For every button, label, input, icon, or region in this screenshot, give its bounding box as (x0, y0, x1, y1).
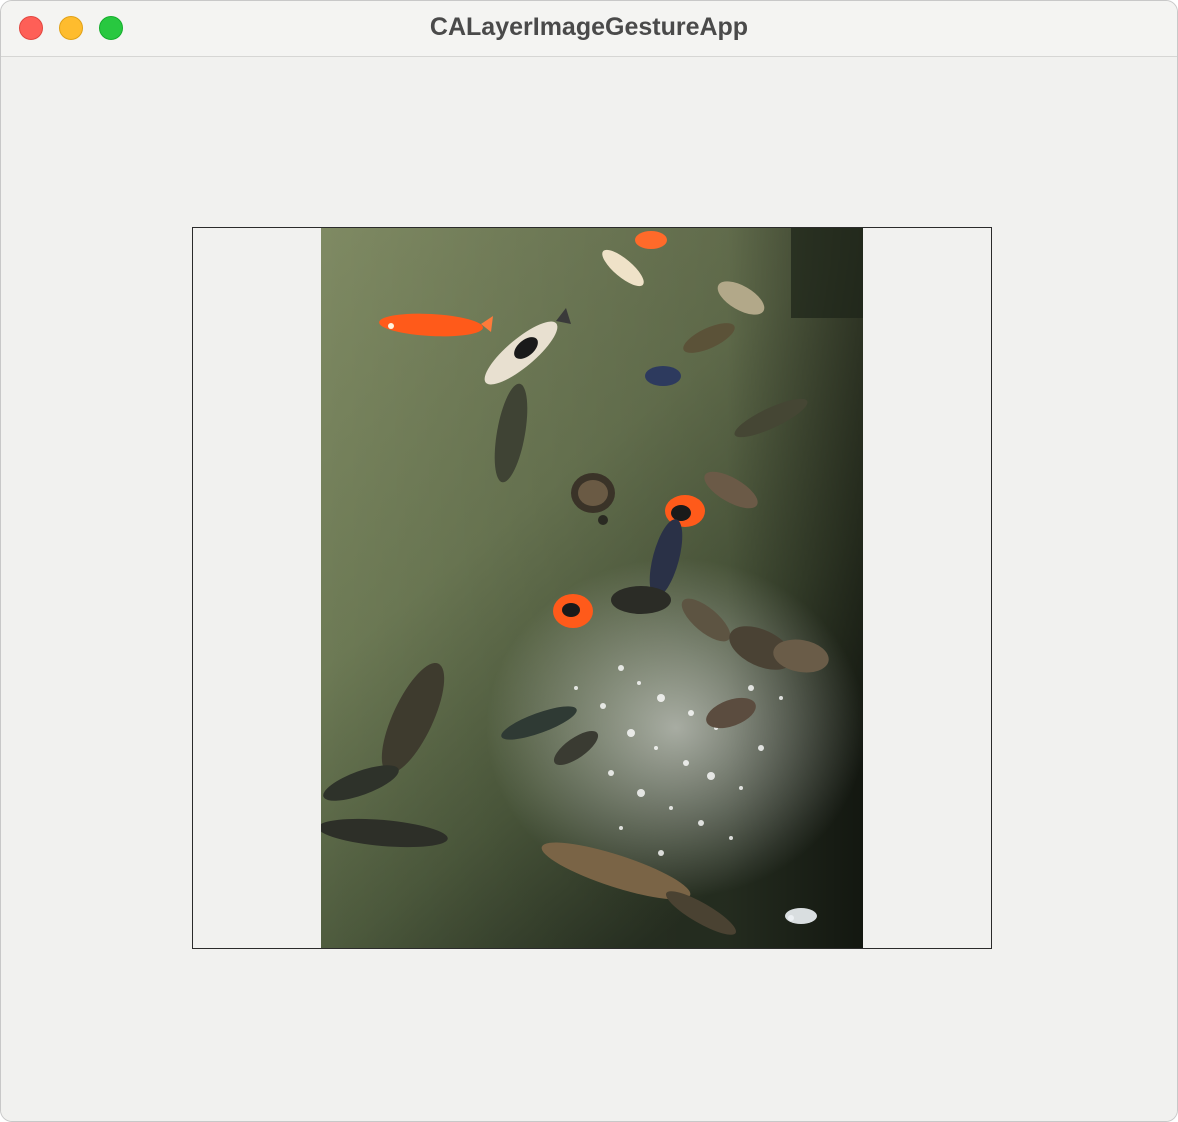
content-view (1, 57, 1177, 1121)
minimize-button[interactable] (59, 16, 83, 40)
app-window: CALayerImageGestureApp (0, 0, 1178, 1122)
koi-pond-image (321, 228, 863, 948)
close-button[interactable] (19, 16, 43, 40)
koi-pond-photo[interactable] (321, 228, 863, 948)
title-bar[interactable]: CALayerImageGestureApp (1, 1, 1177, 57)
window-title: CALayerImageGestureApp (429, 13, 749, 41)
zoom-button[interactable] (99, 16, 123, 40)
image-layer-frame[interactable] (192, 227, 992, 949)
